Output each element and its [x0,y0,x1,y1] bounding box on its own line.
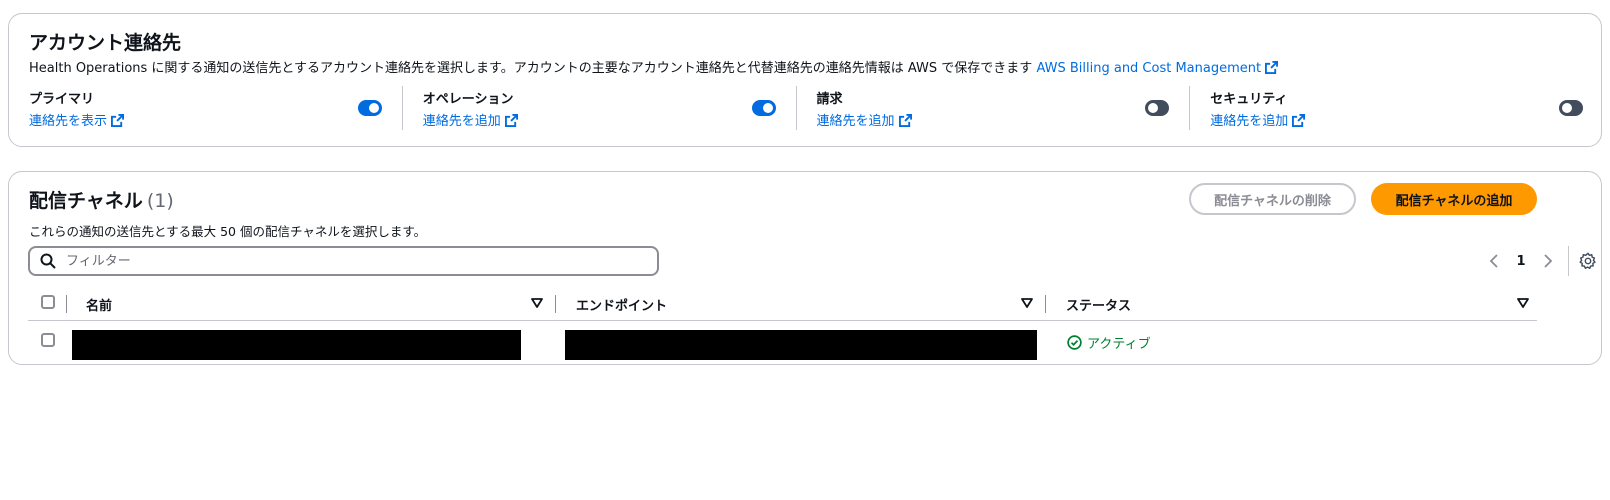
toggle-knob [1562,103,1572,113]
toggle-knob [762,103,773,113]
page-number[interactable]: 1 [1508,254,1534,269]
preferences-button[interactable] [1579,252,1597,270]
redacted-endpoint [565,330,1037,360]
contact-view-link[interactable]: 連絡先を表示 [29,110,125,129]
column-divider [1045,295,1046,313]
table-row: アクティブ [28,325,1537,360]
prev-page-button[interactable] [1480,254,1508,268]
sort-status-icon[interactable] [1517,298,1529,308]
filter-box [28,246,659,276]
channels-title-text: 配信チャネル [29,190,143,212]
column-divider [555,295,556,313]
column-name[interactable]: 名前 [86,295,112,314]
external-link-icon [1292,114,1306,127]
operations-toggle[interactable] [751,100,776,116]
contact-link-text: 連絡先を追加 [1210,114,1289,129]
redacted-name [72,330,521,360]
column-endpoint[interactable]: エンドポイント [576,295,667,314]
contact-link-text: 連絡先を表示 [29,114,108,129]
contact-label: プライマリ [29,92,95,107]
toggle-knob [1148,103,1159,113]
billing-link[interactable]: AWS Billing and Cost Management [1036,61,1279,76]
pager-divider [1568,246,1569,276]
contact-billing: 請求 連絡先を追加 [795,86,1190,130]
delivery-channels-panel: 配信チャネル (1) これらの通知の送信先とする最大 50 個の配信チャネルを選択… [8,171,1602,365]
column-divider [66,295,67,313]
contact-link-text: 連絡先を追加 [422,114,501,129]
billing-link-text: AWS Billing and Cost Management [1036,61,1262,76]
contact-label: オペレーション [422,92,514,107]
external-link-icon [898,114,912,127]
delete-channel-button[interactable]: 配信チャネルの削除 [1189,183,1356,215]
contact-add-link[interactable]: 連絡先を追加 [1210,110,1306,129]
external-link-icon [504,114,518,127]
account-contacts-panel: アカウント連絡先 Health Operations に関する通知の送信先とする… [8,13,1602,147]
account-contacts-description: Health Operations に関する通知の送信先とするアカウント連絡先を… [29,57,1279,76]
row-checkbox[interactable] [41,333,55,347]
contact-add-link[interactable]: 連絡先を追加 [817,110,912,129]
status-text: アクティブ [1087,337,1151,352]
filter-input[interactable] [64,252,657,270]
check-circle-icon [1067,335,1082,350]
table-header: 名前 エンドポイント ステータス [28,288,1537,321]
delivery-channels-description: これらの通知の送信先とする最大 50 個の配信チャネルを選択します。 [29,224,427,239]
contact-label: 請求 [816,92,843,107]
select-all-checkbox[interactable] [41,295,55,309]
primary-toggle[interactable] [357,100,382,116]
pagination: 1 [1480,246,1601,276]
sort-name-icon[interactable] [531,298,543,308]
billing-toggle[interactable] [1145,100,1170,116]
delivery-channels-title: 配信チャネル (1) [29,186,174,213]
account-contacts-title: アカウント連絡先 [29,32,182,54]
security-toggle[interactable] [1559,100,1583,116]
contact-operations: オペレーション 連絡先を追加 [401,86,796,130]
contact-list: プライマリ 連絡先を表示 オペレーション 連絡先を追加 請求 連絡先を追加 セキ… [29,86,1583,130]
column-status[interactable]: ステータス [1066,295,1131,314]
contact-add-link[interactable]: 連絡先を追加 [423,110,518,129]
toggle-knob [368,103,379,113]
chevron-right-icon [1544,254,1553,268]
next-page-button[interactable] [1534,254,1562,268]
external-link-icon [111,114,125,127]
search-icon [40,253,56,269]
chevron-left-icon [1489,254,1498,268]
status-badge: アクティブ [1067,333,1151,352]
contact-security: セキュリティ 連絡先を追加 [1189,86,1583,130]
sort-endpoint-icon[interactable] [1021,298,1033,308]
contact-primary: プライマリ 連絡先を表示 [29,86,402,130]
gear-icon [1579,252,1596,270]
external-link-icon [1265,61,1279,74]
contact-label: セキュリティ [1210,92,1288,107]
channels-count: (1) [146,190,174,212]
description-text: Health Operations に関する通知の送信先とするアカウント連絡先を… [29,61,1033,76]
contact-link-text: 連絡先を追加 [816,114,895,129]
add-channel-button[interactable]: 配信チャネルの追加 [1371,183,1537,215]
